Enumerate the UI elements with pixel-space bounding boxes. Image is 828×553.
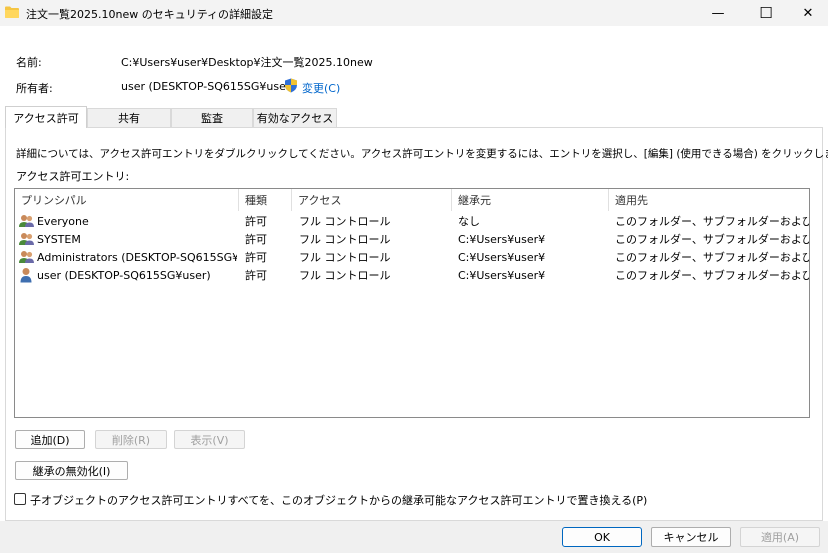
group-icon (19, 215, 34, 227)
name-label: 名前: (16, 56, 42, 69)
principal-cell: SYSTEM (37, 232, 81, 246)
column-header-type[interactable]: 種類 (239, 189, 292, 211)
permission-entries-list[interactable]: プリンシパル 種類 アクセス 継承元 適用先 Everyone 許可 フル コン… (14, 188, 810, 418)
applies-cell: このフォルダー、サブフォルダーおよびファイル (615, 233, 809, 246)
inherited-cell: C:¥Users¥user¥ (458, 232, 546, 246)
window-title: 注文一覧2025.10new のセキュリティの詳細設定 (26, 8, 274, 21)
owner-label: 所有者: (16, 82, 53, 95)
access-cell: フル コントロール (299, 233, 391, 246)
replace-child-permissions-label[interactable]: 子オブジェクトのアクセス許可エントリすべてを、このオブジェクトからの継承可能なア… (30, 492, 647, 508)
view-button[interactable]: 表示(V) (174, 430, 245, 449)
apply-button[interactable]: 適用(A) (740, 527, 820, 547)
name-value: C:¥Users¥user¥Desktop¥注文一覧2025.10new (121, 56, 373, 69)
access-cell: フル コントロール (299, 251, 391, 264)
minimize-button[interactable]: — (696, 0, 740, 26)
table-row[interactable]: Administrators (DESKTOP-SQ615SG¥A... 許可 … (15, 248, 809, 266)
tab-label: 有効なアクセス (256, 112, 334, 125)
minimize-icon: — (711, 5, 725, 21)
permission-entries-label: アクセス許可エントリ: (16, 170, 130, 183)
tab-permissions[interactable]: アクセス許可 (5, 106, 87, 128)
inherited-cell: なし (458, 215, 480, 228)
table-row[interactable]: SYSTEM 許可 フル コントロール C:¥Users¥user¥ このフォル… (15, 230, 809, 248)
type-cell: 許可 (245, 251, 267, 264)
table-row[interactable]: user (DESKTOP-SQ615SG¥user) 許可 フル コントロール… (15, 266, 809, 284)
type-cell: 許可 (245, 233, 267, 246)
title-bar: 注文一覧2025.10new のセキュリティの詳細設定 — ☐ ✕ (0, 0, 828, 26)
table-row[interactable]: Everyone 許可 フル コントロール なし このフォルダー、サブフォルダー… (15, 212, 809, 230)
column-header-inherited-from[interactable]: 継承元 (452, 189, 609, 211)
tab-effective-access[interactable]: 有効なアクセス (253, 108, 337, 127)
tab-label: 監査 (201, 112, 223, 125)
group-icon (19, 233, 34, 245)
access-cell: フル コントロール (299, 215, 391, 228)
ok-button[interactable]: OK (562, 527, 642, 547)
type-cell: 許可 (245, 269, 267, 282)
close-icon: ✕ (802, 5, 814, 21)
tab-share[interactable]: 共有 (87, 108, 171, 127)
disable-inheritance-button[interactable]: 継承の無効化(I) (15, 461, 128, 480)
cancel-button[interactable]: キャンセル (651, 527, 731, 547)
applies-cell: このフォルダー、サブフォルダーおよびファイル (615, 215, 809, 228)
owner-value: user (DESKTOP-SQ615SG¥user) (121, 80, 295, 93)
add-button[interactable]: 追加(D) (15, 430, 85, 449)
applies-cell: このフォルダー、サブフォルダーおよびファイル (615, 269, 809, 282)
panel-description: 詳細については、アクセス許可エントリをダブルクリックしてください。アクセス許可エ… (16, 148, 828, 160)
tab-auditing[interactable]: 監査 (171, 108, 253, 127)
principal-cell: Administrators (DESKTOP-SQ615SG¥A... (37, 250, 237, 264)
folder-icon (5, 6, 19, 18)
type-cell: 許可 (245, 215, 267, 228)
uac-shield-icon (285, 78, 297, 93)
access-cell: フル コントロール (299, 269, 391, 282)
close-button[interactable]: ✕ (786, 0, 828, 26)
column-header-principal[interactable]: プリンシパル (15, 189, 239, 211)
tab-label: アクセス許可 (13, 111, 79, 125)
inherited-cell: C:¥Users¥user¥ (458, 250, 546, 264)
change-owner-link[interactable]: 変更(C) (302, 80, 340, 96)
principal-cell: Everyone (37, 214, 89, 228)
applies-cell: このフォルダー、サブフォルダーおよびファイル (615, 251, 809, 264)
group-icon (19, 251, 34, 263)
principal-cell: user (DESKTOP-SQ615SG¥user) (37, 268, 211, 282)
maximize-icon: ☐ (759, 3, 773, 22)
maximize-button[interactable]: ☐ (744, 0, 788, 26)
column-header-access[interactable]: アクセス (292, 189, 452, 211)
user-icon (20, 268, 32, 283)
column-header-applies-to[interactable]: 適用先 (609, 189, 809, 211)
inherited-cell: C:¥Users¥user¥ (458, 268, 546, 282)
replace-child-permissions-checkbox[interactable] (14, 493, 26, 505)
tab-label: 共有 (118, 112, 140, 125)
remove-button[interactable]: 削除(R) (95, 430, 167, 449)
